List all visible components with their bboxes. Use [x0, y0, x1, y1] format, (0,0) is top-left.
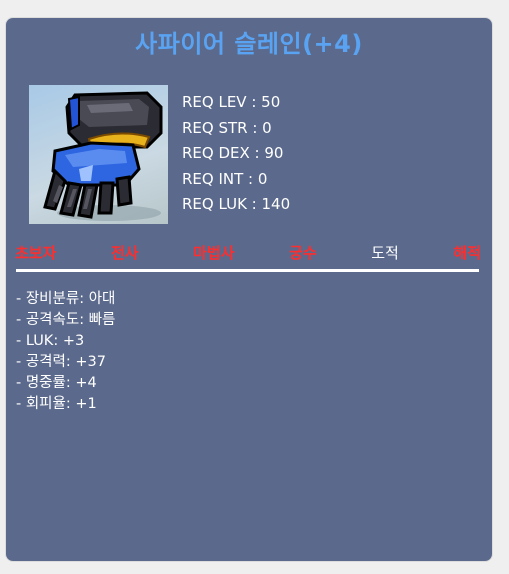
stat-avoidability: - 회피율: +1	[16, 396, 97, 412]
requirements-list: REQ LEV : 50 REQ STR : 0 REQ DEX : 90 RE…	[182, 90, 290, 218]
req-level: REQ LEV : 50	[182, 93, 281, 111]
item-stats: - 장비분류: 아대 - 공격속도: 빠름 - LUK: +3 - 공격력: +…	[16, 289, 115, 415]
req-luk: REQ LUK : 140	[182, 195, 291, 213]
job-thief: 도적	[371, 244, 399, 262]
job-pirate: 해적	[453, 244, 481, 262]
req-str: REQ STR : 0	[182, 118, 272, 137]
item-name: 사파이어 슬레인(+4)	[135, 30, 363, 58]
job-warrior: 전사	[110, 244, 139, 262]
stat-accuracy: - 명중률: +4	[16, 375, 97, 391]
item-tooltip: 사파이어 슬레인(+4) REQ LEV: 50 REQ STR: 0 RE…	[6, 18, 492, 561]
job-restrictions: 초보자 전사 마법사 궁수 도적 해적	[15, 242, 481, 263]
job-magician: 마법사	[193, 244, 235, 262]
req-int: REQ INT : 0	[182, 169, 268, 188]
req-dex: REQ DEX : 90	[182, 144, 284, 162]
divider	[16, 269, 479, 272]
stat-attack: - 공격력: +37	[16, 354, 106, 370]
stat-category: - 장비분류: 아대	[16, 291, 116, 307]
job-bowman: 궁수	[289, 244, 317, 262]
stat-attack-speed: - 공격속도: 빠름	[16, 312, 116, 328]
job-beginner: 초보자	[15, 244, 57, 262]
stat-luk: - LUK: +3	[16, 333, 85, 349]
sapphire-slain-glove-icon	[43, 91, 163, 221]
item-icon-frame	[29, 85, 168, 224]
